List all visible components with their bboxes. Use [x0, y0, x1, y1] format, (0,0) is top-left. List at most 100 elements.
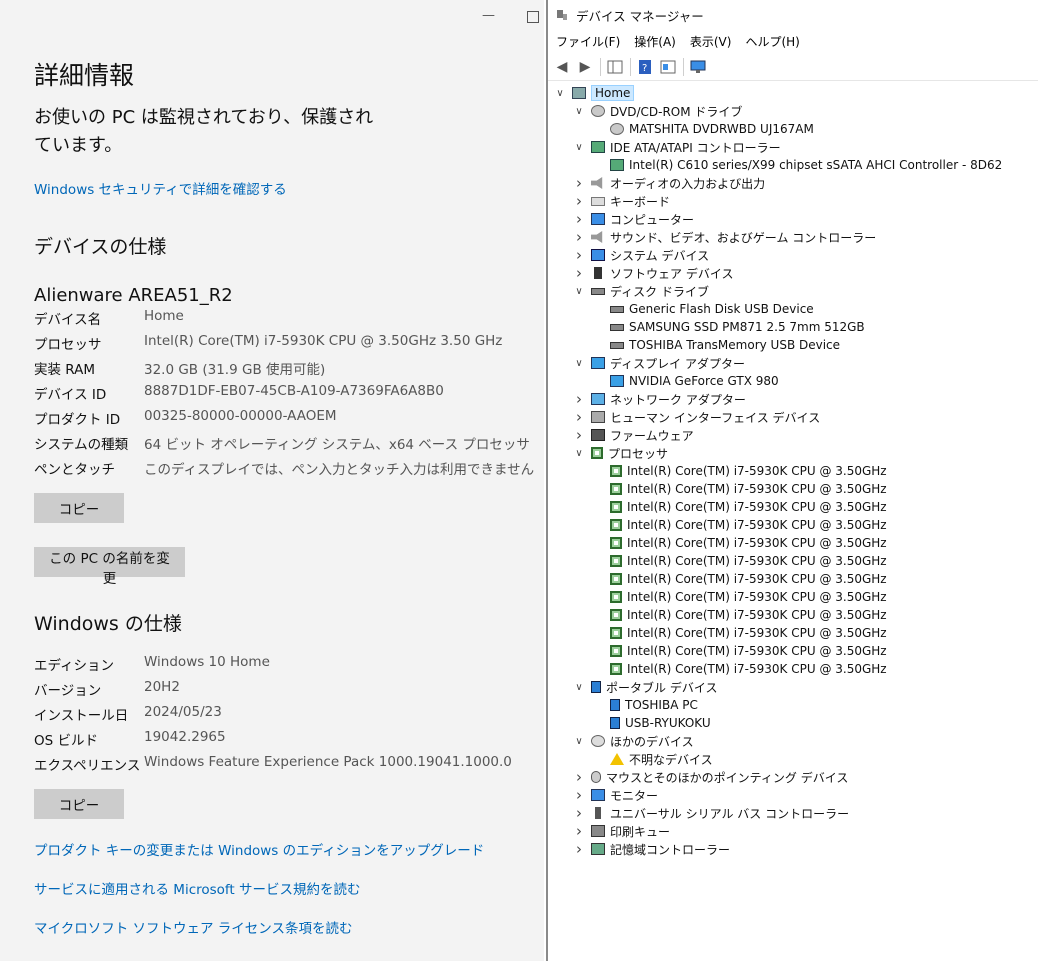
maximize-icon[interactable] — [527, 11, 539, 23]
tree-item[interactable]: Intel(R) Core(TM) i7-5930K CPU @ 3.50GHz — [592, 606, 887, 624]
processor-icon — [610, 537, 622, 549]
chevron-down-icon[interactable]: ∨ — [573, 732, 585, 750]
tree-item[interactable]: TOSHIBA TransMemory USB Device — [592, 336, 840, 354]
tree-item[interactable]: › キーボード — [573, 192, 670, 210]
service-agreement-link[interactable]: サービスに適用される Microsoft サービス規約を読む — [34, 878, 361, 898]
spec-row: プロダクト ID 00325-80000-00000-AAOEM — [34, 408, 534, 433]
rename-pc-button[interactable]: この PC の名前を変更 — [34, 547, 185, 587]
chevron-right-icon[interactable]: › — [573, 408, 585, 426]
tree-item[interactable]: › サウンド、ビデオ、およびゲーム コントローラー — [573, 228, 876, 246]
chevron-right-icon[interactable]: › — [573, 228, 585, 246]
copy-windows-spec-button[interactable]: コピー — [34, 789, 124, 819]
spec-value: 64 ビット オペレーティング システム、x64 ベース プロセッサ — [144, 437, 530, 453]
chevron-right-icon[interactable]: › — [573, 390, 585, 408]
tree-item-label: USB-RYUKOKU — [625, 716, 711, 730]
tree-item[interactable]: › 記憶域コントローラー — [573, 840, 730, 858]
chevron-down-icon[interactable]: ∨ — [573, 444, 585, 462]
tree-item[interactable]: ∨ ポータブル デバイス — [573, 678, 717, 696]
chevron-right-icon[interactable]: › — [573, 174, 585, 192]
tree-item[interactable]: › ヒューマン インターフェイス デバイス — [573, 408, 820, 426]
tree-item[interactable]: Intel(R) Core(TM) i7-5930K CPU @ 3.50GHz — [592, 552, 887, 570]
menu-view[interactable]: 表示(V) — [690, 33, 732, 50]
tree-item[interactable]: Intel(R) Core(TM) i7-5930K CPU @ 3.50GHz — [592, 462, 887, 480]
tree-item[interactable]: Intel(R) Core(TM) i7-5930K CPU @ 3.50GHz — [592, 660, 887, 678]
tree-item[interactable]: NVIDIA GeForce GTX 980 — [592, 372, 779, 390]
chevron-down-icon[interactable]: ∨ — [573, 138, 585, 156]
forward-arrow-icon[interactable]: ▶ — [576, 59, 594, 75]
tree-item[interactable]: MATSHITA DVDRWBD UJ167AM — [592, 120, 814, 138]
upgrade-edition-link[interactable]: プロダクト キーの変更または Windows のエディションをアップグレード — [34, 839, 484, 859]
menu-file[interactable]: ファイル(F) — [556, 33, 620, 50]
properties-icon[interactable] — [659, 59, 677, 75]
chevron-right-icon[interactable]: › — [573, 426, 585, 444]
tree-item-label: ポータブル デバイス — [606, 680, 718, 695]
chevron-right-icon[interactable]: › — [573, 264, 585, 282]
tree-item[interactable]: Intel(R) Core(TM) i7-5930K CPU @ 3.50GHz — [592, 480, 887, 498]
scan-hardware-icon[interactable] — [689, 59, 707, 75]
tree-item[interactable]: SAMSUNG SSD PM871 2.5 7mm 512GB — [592, 318, 865, 336]
chevron-down-icon[interactable]: ∨ — [573, 102, 585, 120]
tree-item[interactable]: Intel(R) Core(TM) i7-5930K CPU @ 3.50GHz — [592, 534, 887, 552]
tree-item[interactable]: › モニター — [573, 786, 658, 804]
tree-item[interactable]: › マウスとそのほかのポインティング デバイス — [573, 768, 848, 786]
tree-item[interactable]: Intel(R) Core(TM) i7-5930K CPU @ 3.50GHz — [592, 642, 887, 660]
tree-item[interactable]: › 印刷キュー — [573, 822, 670, 840]
window-title: デバイス マネージャー — [576, 8, 704, 24]
chevron-down-icon[interactable]: ∨ — [573, 678, 585, 696]
chevron-right-icon[interactable]: › — [573, 786, 585, 804]
tree-item[interactable]: ∨ Home — [554, 84, 635, 102]
menu-help[interactable]: ヘルプ(H) — [745, 33, 799, 50]
tree-item[interactable]: Intel(R) Core(TM) i7-5930K CPU @ 3.50GHz — [592, 624, 887, 642]
tree-item[interactable]: Intel(R) Core(TM) i7-5930K CPU @ 3.50GHz — [592, 588, 887, 606]
tree-item[interactable]: ∨ プロセッサ — [573, 444, 668, 462]
tree-item[interactable]: › ソフトウェア デバイス — [573, 264, 733, 282]
license-terms-link[interactable]: マイクロソフト ソフトウェア ライセンス条項を読む — [34, 917, 353, 937]
chevron-down-icon[interactable]: ∨ — [554, 84, 566, 102]
chevron-right-icon[interactable]: › — [573, 822, 585, 840]
security-details-link[interactable]: Windows セキュリティで詳細を確認する — [34, 178, 287, 198]
chevron-right-icon[interactable]: › — [573, 246, 585, 264]
tree-item-label: Intel(R) Core(TM) i7-5930K CPU @ 3.50GHz — [627, 500, 887, 514]
tree-item[interactable]: › システム デバイス — [573, 246, 709, 264]
spec-value: Home — [144, 308, 184, 324]
device-model-name: Alienware AREA51_R2 — [34, 285, 233, 306]
tree-item[interactable]: › コンピューター — [573, 210, 694, 228]
show-hide-console-tree-icon[interactable] — [606, 59, 624, 75]
chevron-right-icon[interactable]: › — [573, 192, 585, 210]
tree-item[interactable]: ∨ ディスプレイ アダプター — [573, 354, 745, 372]
tree-item[interactable]: USB-RYUKOKU — [592, 714, 711, 732]
tree-item[interactable]: ∨ ほかのデバイス — [573, 732, 693, 750]
tree-item[interactable]: Intel(R) Core(TM) i7-5930K CPU @ 3.50GHz — [592, 498, 887, 516]
chevron-right-icon[interactable]: › — [573, 768, 585, 786]
help-icon[interactable]: ? — [636, 59, 654, 75]
tree-item[interactable]: › オーディオの入力および出力 — [573, 174, 765, 192]
toolbar-separator — [630, 58, 631, 76]
tree-item[interactable]: Intel(R) Core(TM) i7-5930K CPU @ 3.50GHz — [592, 516, 887, 534]
back-arrow-icon[interactable]: ◀ — [553, 59, 571, 75]
tree-item-label: Intel(R) Core(TM) i7-5930K CPU @ 3.50GHz — [627, 536, 887, 550]
spec-label: プロダクト ID — [34, 412, 121, 428]
tree-item[interactable]: TOSHIBA PC — [592, 696, 698, 714]
tree-item[interactable]: ∨ IDE ATA/ATAPI コントローラー — [573, 138, 780, 156]
tree-item[interactable]: ∨ DVD/CD-ROM ドライブ — [573, 102, 742, 120]
tree-item[interactable]: Intel(R) C610 series/X99 chipset sSATA A… — [592, 156, 1002, 174]
tree-item[interactable]: ∨ ディスク ドライブ — [573, 282, 709, 300]
copy-device-spec-button[interactable]: コピー — [34, 493, 124, 523]
chevron-down-icon[interactable]: ∨ — [573, 282, 585, 300]
tree-item[interactable]: › ネットワーク アダプター — [573, 390, 746, 408]
tree-item[interactable]: Generic Flash Disk USB Device — [592, 300, 814, 318]
chevron-right-icon[interactable]: › — [573, 804, 585, 822]
chevron-right-icon[interactable]: › — [573, 840, 585, 858]
toolbar-separator — [600, 58, 601, 76]
chevron-down-icon[interactable]: ∨ — [573, 354, 585, 372]
chevron-right-icon[interactable]: › — [573, 210, 585, 228]
minimize-icon[interactable]: — — [482, 8, 495, 23]
tree-item[interactable]: Intel(R) Core(TM) i7-5930K CPU @ 3.50GHz — [592, 570, 887, 588]
tree-item[interactable]: 不明なデバイス — [592, 750, 713, 768]
menu-action[interactable]: 操作(A) — [634, 33, 676, 50]
tree-item[interactable]: › ユニバーサル シリアル バス コントローラー — [573, 804, 849, 822]
tree-item[interactable]: › ファームウェア — [573, 426, 694, 444]
